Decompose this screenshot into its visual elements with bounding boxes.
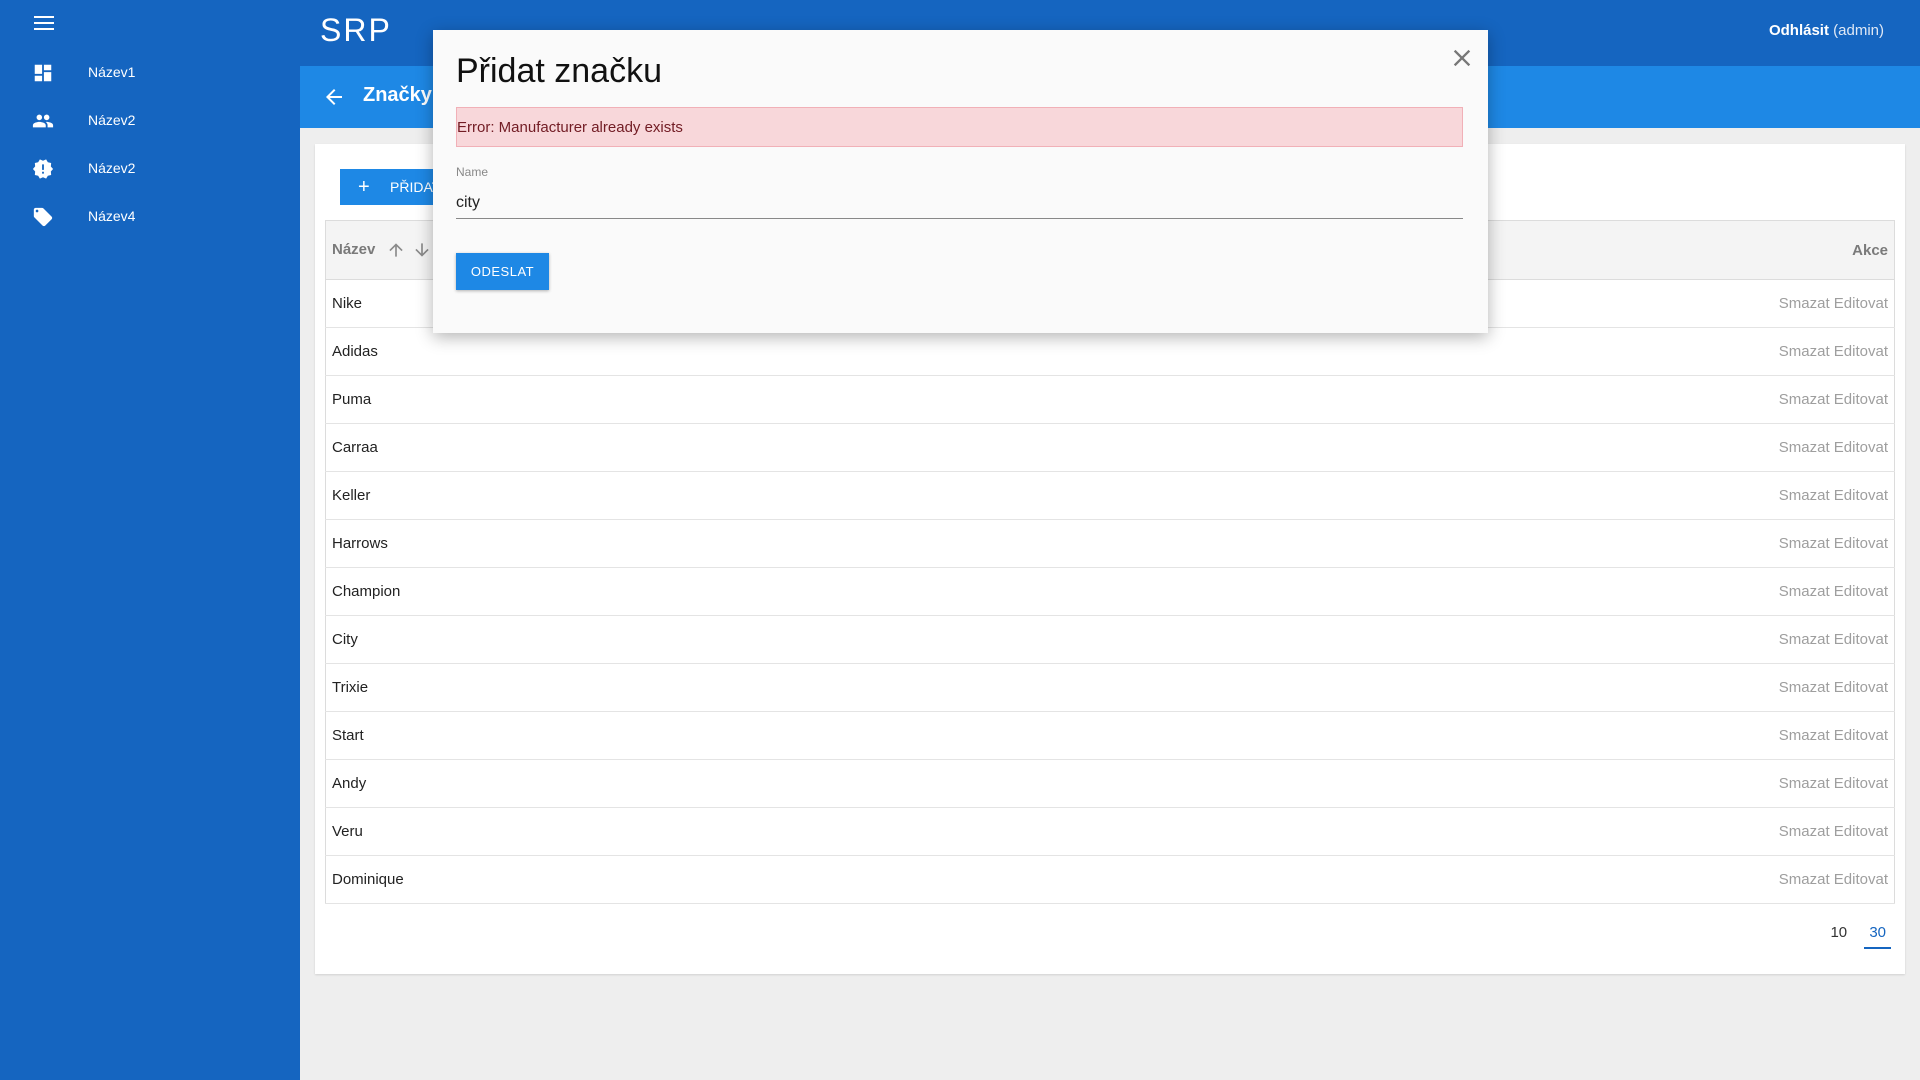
delete-link[interactable]: Smazat [1779,823,1830,840]
brand-name: Harrows [325,519,1079,568]
edit-link[interactable]: Editovat [1834,487,1888,504]
brand-name: Keller [325,471,1079,520]
close-icon[interactable] [1448,44,1476,72]
menu-icon[interactable] [34,16,54,32]
logout-link[interactable]: Odhlásit (admin) [1769,22,1884,39]
brand-name: Veru [325,807,1079,856]
sidebar-item-label: Název4 [88,208,136,224]
name-field[interactable] [456,188,1463,219]
column-name-label: Název [332,240,376,258]
brand-name: Carraa [325,423,1079,472]
sidebar-item-label: Název1 [88,64,136,80]
delete-link[interactable]: Smazat [1779,535,1830,552]
row-actions: Smazat Editovat [1078,855,1896,904]
row-actions: Smazat Editovat [1078,711,1896,760]
row-actions: Smazat Editovat [1078,663,1896,712]
edit-link[interactable]: Editovat [1834,535,1888,552]
row-actions: Smazat Editovat [1078,471,1896,520]
error-alert: Error: Manufacturer already exists [456,107,1463,147]
name-field-label: Name [456,165,489,179]
delete-link[interactable]: Smazat [1779,727,1830,744]
delete-link[interactable]: Smazat [1779,295,1830,312]
table-row: Carraa Smazat Editovat [325,423,1896,472]
brand-name: Andy [325,759,1079,808]
table-row: Start Smazat Editovat [325,711,1896,760]
edit-link[interactable]: Editovat [1834,775,1888,792]
row-actions: Smazat Editovat [1078,807,1896,856]
sidebar-item-nazev4[interactable]: Název4 [0,192,300,240]
brand-name: Champion [325,567,1079,616]
sidebar-item-label: Název2 [88,112,136,128]
submit-button[interactable]: ODESLAT [456,253,549,290]
edit-link[interactable]: Editovat [1834,679,1888,696]
back-arrow-icon[interactable] [322,85,346,109]
page-size-10[interactable]: 10 [1825,924,1852,947]
delete-link[interactable]: Smazat [1779,343,1830,360]
delete-link[interactable]: Smazat [1779,631,1830,648]
edit-link[interactable]: Editovat [1834,727,1888,744]
table-row: City Smazat Editovat [325,615,1896,664]
row-actions: Smazat Editovat [1078,615,1896,664]
table-row: Puma Smazat Editovat [325,375,1896,424]
table-row: Harrows Smazat Editovat [325,519,1896,568]
edit-link[interactable]: Editovat [1834,295,1888,312]
brand-name: Start [325,711,1079,760]
brand-name: Dominique [325,855,1079,904]
page-title: Značky [363,84,432,106]
edit-link[interactable]: Editovat [1834,439,1888,456]
table-row: Keller Smazat Editovat [325,471,1896,520]
edit-link[interactable]: Editovat [1834,631,1888,648]
alert-badge-icon [32,159,54,179]
row-actions: Smazat Editovat [1078,759,1896,808]
delete-link[interactable]: Smazat [1779,871,1830,888]
sidebar-item-nazev2-alert[interactable]: Název2 [0,144,300,192]
pagination: 10 30 [1817,924,1891,949]
row-actions: Smazat Editovat [1078,375,1896,424]
dialog-title: Přidat značku [456,52,662,90]
row-actions: Smazat Editovat [1078,423,1896,472]
delete-link[interactable]: Smazat [1779,391,1830,408]
table-row: Adidas Smazat Editovat [325,327,1896,376]
sort-descending-icon[interactable] [412,240,432,260]
brand-name: Trixie [325,663,1079,712]
row-actions: Smazat Editovat [1078,327,1896,376]
delete-link[interactable]: Smazat [1779,439,1830,456]
edit-link[interactable]: Editovat [1834,343,1888,360]
row-actions: Smazat Editovat [1078,519,1896,568]
sidebar-item-nazev1[interactable]: Název1 [0,48,300,96]
tag-icon [33,207,53,227]
logout-label: Odhlásit [1768,22,1829,39]
edit-link[interactable]: Editovat [1834,871,1888,888]
table-row: Dominique Smazat Editovat [325,855,1896,904]
sidebar: Název1 Název2 Název2 Název4 [0,0,300,1080]
app-title: SRP [320,12,392,48]
people-icon [32,114,54,128]
add-brand-dialog: Přidat značku Error: Manufacturer alread… [433,30,1488,333]
row-actions: Smazat Editovat [1078,567,1896,616]
sidebar-item-label: Název2 [88,160,136,176]
sort-ascending-icon[interactable] [386,240,406,260]
table-row: Champion Smazat Editovat [325,567,1896,616]
delete-link[interactable]: Smazat [1779,679,1830,696]
delete-link[interactable]: Smazat [1779,583,1830,600]
edit-link[interactable]: Editovat [1834,823,1888,840]
table-row: Andy Smazat Editovat [325,759,1896,808]
plus-icon: + [358,176,370,198]
delete-link[interactable]: Smazat [1779,487,1830,504]
delete-link[interactable]: Smazat [1779,775,1830,792]
table-row: Veru Smazat Editovat [325,807,1896,856]
edit-link[interactable]: Editovat [1834,583,1888,600]
edit-link[interactable]: Editovat [1834,391,1888,408]
brand-name: Puma [325,375,1079,424]
sidebar-item-nazev2[interactable]: Název2 [0,96,300,144]
current-user: (admin) [1833,22,1884,39]
table-row: Trixie Smazat Editovat [325,663,1896,712]
page-size-30[interactable]: 30 [1864,924,1891,949]
brand-name: Adidas [325,327,1079,376]
dashboard-icon [34,64,52,82]
brand-name: City [325,615,1079,664]
